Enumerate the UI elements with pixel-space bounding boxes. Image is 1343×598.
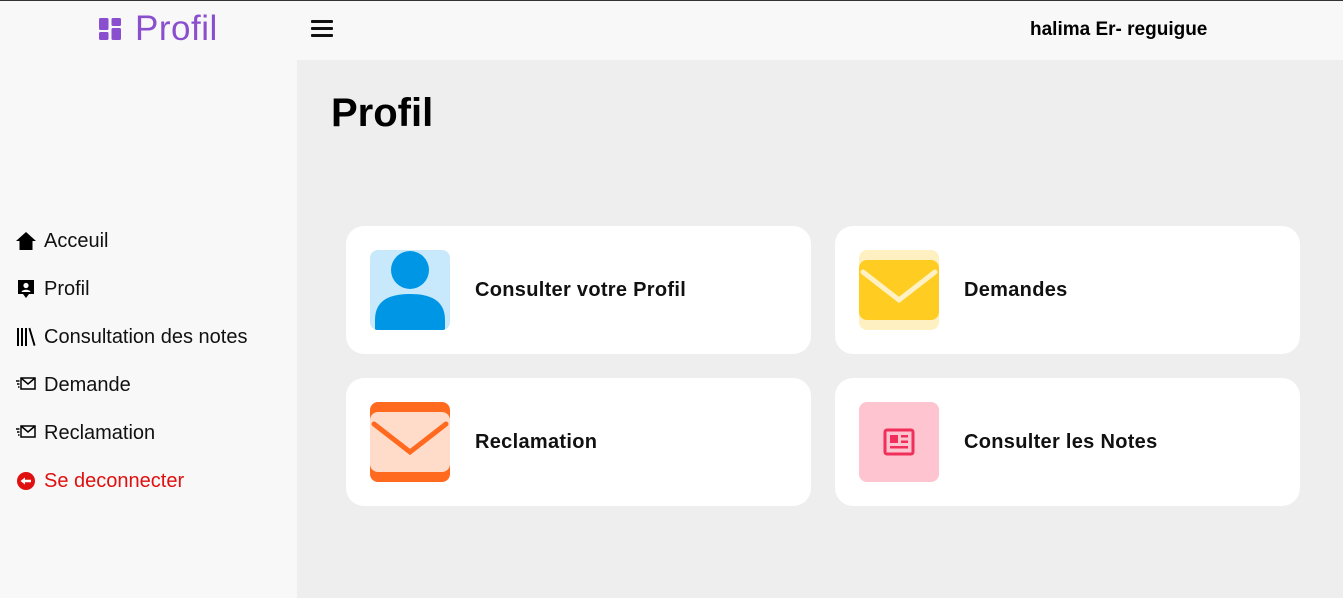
card-consulter-notes[interactable]: Consulter les Notes bbox=[835, 378, 1300, 506]
page-title: Profil bbox=[331, 91, 434, 135]
sidebar-item-label: Se deconnecter bbox=[44, 469, 185, 492]
card-label: Consulter les Notes bbox=[964, 430, 1158, 453]
sidebar-item-reclamation[interactable]: Reclamation bbox=[16, 409, 247, 457]
card-label: Reclamation bbox=[475, 430, 598, 453]
logout-icon bbox=[16, 470, 36, 492]
brand[interactable]: Profil bbox=[99, 9, 218, 49]
sidebar-item-label: Acceuil bbox=[44, 229, 109, 252]
newspaper-icon bbox=[859, 402, 939, 482]
main-content: Profil Consulter votre Profil Demandes R… bbox=[297, 60, 1343, 598]
sidebar-item-profil[interactable]: Profil bbox=[16, 265, 247, 313]
card-label: Consulter votre Profil bbox=[475, 278, 687, 301]
envelope-icon bbox=[859, 250, 939, 330]
sidebar-item-acceuil[interactable]: Acceuil bbox=[16, 217, 247, 265]
sidebar-nav: Acceuil Profil Consultation des notes De… bbox=[16, 217, 247, 505]
user-name[interactable]: halima Er- reguigue bbox=[1030, 19, 1207, 41]
sidebar-item-label: Reclamation bbox=[44, 421, 156, 444]
top-bar: halima Er- reguigue bbox=[297, 1, 1343, 60]
mail-send-icon bbox=[16, 422, 36, 444]
profile-badge-icon bbox=[16, 278, 36, 300]
envelope-icon bbox=[370, 402, 450, 482]
brand-title: Profil bbox=[135, 9, 218, 48]
card-label: Demandes bbox=[964, 278, 1068, 301]
card-consulter-profil[interactable]: Consulter votre Profil bbox=[346, 226, 811, 354]
mail-send-icon bbox=[16, 374, 36, 396]
books-icon bbox=[16, 326, 36, 348]
sidebar-item-label: Consultation des notes bbox=[44, 325, 248, 348]
sidebar: Profil Acceuil Profil Consultation des n… bbox=[0, 1, 297, 598]
sidebar-item-se-deconnecter[interactable]: Se deconnecter bbox=[16, 457, 247, 505]
card-reclamation[interactable]: Reclamation bbox=[346, 378, 811, 506]
hamburger-icon[interactable] bbox=[311, 20, 333, 38]
sidebar-item-label: Demande bbox=[44, 373, 131, 396]
user-icon bbox=[370, 250, 450, 330]
dashboard-icon bbox=[99, 18, 121, 40]
sidebar-item-consultation-des-notes[interactable]: Consultation des notes bbox=[16, 313, 247, 361]
card-demandes[interactable]: Demandes bbox=[835, 226, 1300, 354]
sidebar-item-label: Profil bbox=[44, 277, 90, 300]
home-icon bbox=[16, 230, 36, 252]
sidebar-item-demande[interactable]: Demande bbox=[16, 361, 247, 409]
